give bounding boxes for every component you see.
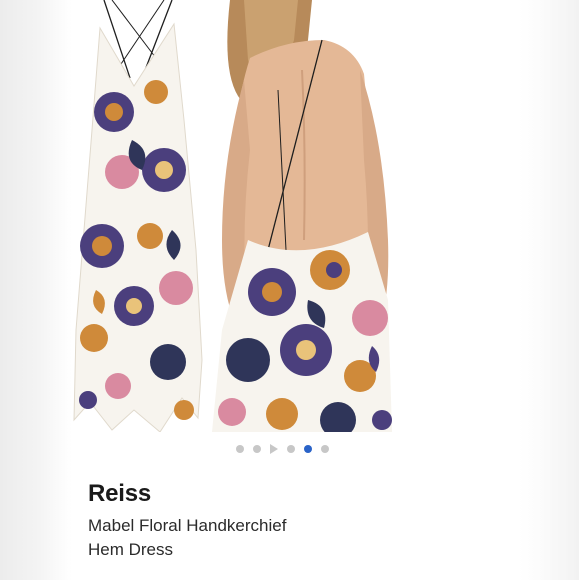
carousel-dot[interactable] <box>253 445 261 453</box>
carousel-dot[interactable] <box>236 445 244 453</box>
model-back-view-image[interactable] <box>207 0 392 432</box>
brand-name[interactable]: Reiss <box>88 480 151 508</box>
dress-front-image[interactable] <box>72 0 207 432</box>
carousel-dot[interactable] <box>321 445 329 453</box>
product-image-gallery[interactable] <box>72 0 392 432</box>
carousel-dot-active[interactable] <box>304 445 312 453</box>
gallery-images <box>72 0 392 432</box>
left-edge-shade <box>0 0 72 580</box>
carousel-indicators[interactable] <box>236 443 329 455</box>
right-edge-shade <box>519 0 579 580</box>
carousel-dot[interactable] <box>287 445 295 453</box>
video-play-icon[interactable] <box>270 444 278 454</box>
product-title: Mabel Floral Handkerchief Hem Dress <box>88 516 287 559</box>
